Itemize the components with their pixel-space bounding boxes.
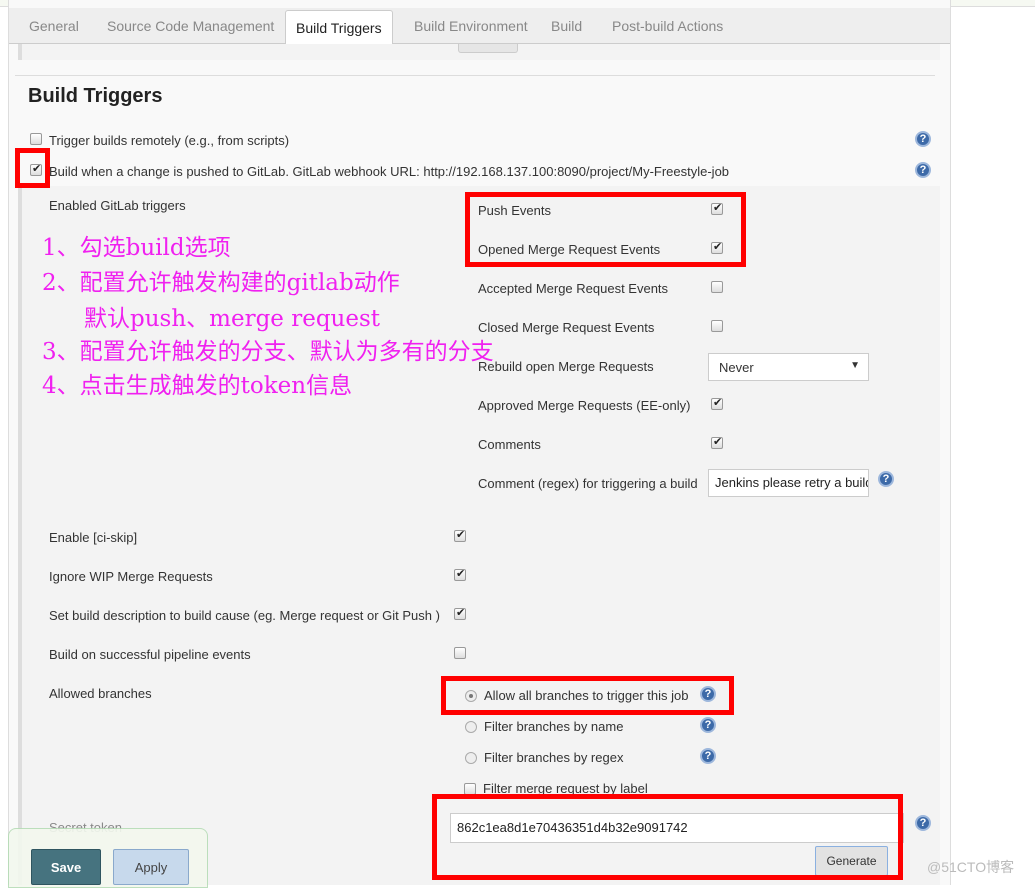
build-description-checkbox[interactable]: [454, 606, 466, 620]
option-label: Ignore WIP Merge Requests: [49, 569, 213, 584]
dropdown-arrow-icon: ▼: [850, 360, 860, 371]
tab-general[interactable]: General: [29, 18, 79, 34]
rebuild-value: Never: [719, 360, 754, 375]
branch-option-label: Filter branches by name: [484, 719, 624, 734]
approved-checkbox[interactable]: [711, 396, 723, 410]
ignore-wip-checkbox[interactable]: [454, 567, 466, 581]
trigger-gitlab-label: Build when a change is pushed to GitLab.…: [49, 164, 730, 179]
pipeline-events-checkbox[interactable]: [454, 647, 466, 659]
apply-button[interactable]: Apply: [113, 849, 189, 885]
highlight-box: [465, 192, 746, 267]
approved-label: Approved Merge Requests (EE-only): [478, 398, 691, 413]
tab-build-triggers[interactable]: Build Triggers: [285, 10, 393, 45]
comment-regex-label: Comment (regex) for triggering a build: [478, 476, 698, 491]
comment-regex-input[interactable]: Jenkins please retry a build: [708, 469, 869, 497]
section-title: Build Triggers: [28, 85, 163, 107]
previous-section-button[interactable]: [458, 44, 518, 53]
watermark: @51CTO博客: [927, 859, 1015, 875]
annotation-text: 1、勾选build选项: [42, 235, 231, 261]
tab-bar: General Source Code Management Build Tri…: [9, 8, 950, 45]
help-icon[interactable]: ?: [878, 471, 894, 487]
help-icon[interactable]: ?: [700, 748, 716, 764]
comments-checkbox[interactable]: [711, 435, 723, 449]
annotation-text: 默认push、merge request: [84, 306, 381, 332]
option-label: Enable [ci-skip]: [49, 530, 138, 545]
event-label: Accepted Merge Request Events: [478, 281, 669, 296]
help-icon[interactable]: ?: [915, 162, 931, 178]
tab-build-environment[interactable]: Build Environment: [414, 18, 528, 34]
trigger-remote-checkbox[interactable]: [30, 133, 42, 145]
save-button[interactable]: Save: [31, 849, 101, 885]
closed-mr-checkbox[interactable]: [711, 320, 723, 332]
annotation-text: 2、配置允许触发构建的gitlab动作: [42, 270, 400, 296]
annotation-text: 3、配置允许触发的分支、默认为多有的分支: [42, 339, 494, 365]
allowed-branches-label: Allowed branches: [49, 686, 152, 701]
branch-option-label: Filter branches by regex: [484, 750, 624, 765]
filter-by-name-radio[interactable]: [465, 721, 477, 733]
ci-skip-checkbox[interactable]: [454, 528, 466, 542]
comments-label: Comments: [478, 437, 541, 452]
accepted-mr-checkbox[interactable]: [711, 281, 723, 293]
highlight-box: [15, 148, 50, 188]
tab-source-code-management[interactable]: Source Code Management: [107, 18, 274, 34]
highlight-box: [432, 794, 903, 880]
divider: [15, 75, 935, 76]
tab-build[interactable]: Build: [551, 18, 582, 34]
highlight-box: [441, 676, 734, 715]
event-label: Closed Merge Request Events: [478, 320, 655, 335]
tab-post-build-actions[interactable]: Post-build Actions: [612, 18, 723, 34]
option-label: Set build description to build cause (eg…: [49, 608, 440, 623]
help-icon[interactable]: ?: [915, 131, 931, 147]
annotation-text: 4、点击生成触发的token信息: [42, 373, 353, 399]
help-icon[interactable]: ?: [915, 815, 931, 831]
rebuild-label: Rebuild open Merge Requests: [478, 359, 654, 374]
trigger-remote-label: Trigger builds remotely (e.g., from scri…: [49, 133, 290, 148]
rebuild-select[interactable]: Never ▼: [708, 353, 869, 381]
option-label: Build on successful pipeline events: [49, 647, 251, 662]
enabled-triggers-label: Enabled GitLab triggers: [49, 198, 186, 213]
filter-by-regex-radio[interactable]: [465, 752, 477, 764]
help-icon[interactable]: ?: [700, 717, 716, 733]
